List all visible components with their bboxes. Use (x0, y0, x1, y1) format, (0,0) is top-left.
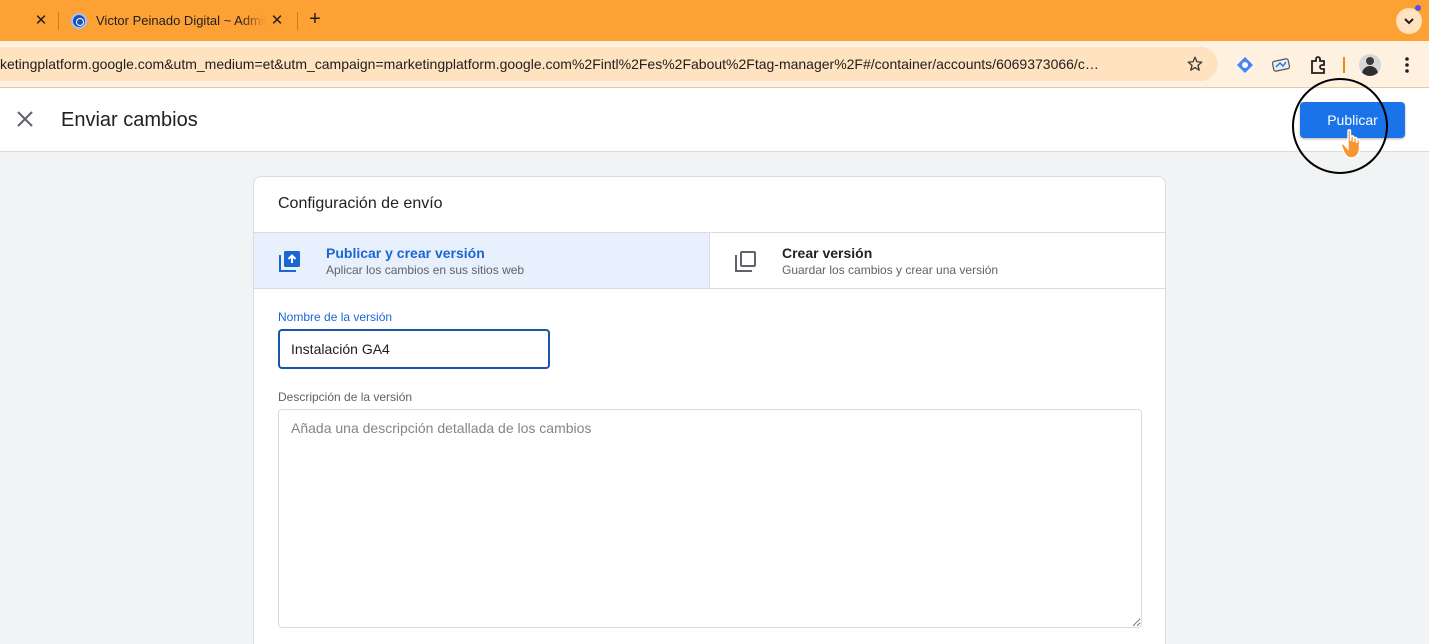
star-icon[interactable] (1186, 55, 1204, 73)
extension-icon[interactable] (1271, 55, 1291, 75)
submission-settings-card: Configuración de envío Publicar y crear … (253, 176, 1166, 644)
notification-dot (1415, 5, 1421, 11)
browser-tab-bar: ✕ Victor Peinado Digital ~ Admin ✕ + (0, 0, 1429, 41)
publish-button[interactable]: Publicar (1300, 102, 1405, 138)
tab-separator (58, 12, 59, 30)
copy-version-icon (735, 251, 756, 272)
card-title: Configuración de envío (278, 195, 443, 212)
browser-toolbar: ketingplatform.google.com&utm_medium=et&… (0, 41, 1429, 88)
tab-title: Victor Peinado Digital ~ Admin (96, 13, 266, 28)
profile-avatar[interactable] (1359, 54, 1381, 76)
option-title: Crear versión (782, 245, 873, 261)
version-name-input[interactable] (278, 329, 550, 369)
close-icon[interactable] (14, 108, 36, 130)
tab-close-icon[interactable]: ✕ (269, 12, 285, 28)
version-description-textarea[interactable] (278, 409, 1142, 628)
toolbar-divider (1343, 57, 1345, 73)
browser-tab[interactable]: Victor Peinado Digital ~ Admin ✕ (61, 4, 297, 38)
version-name-label: Nombre de la versión (278, 310, 393, 324)
option-publish-and-create-version[interactable]: Publicar y crear versión Aplicar los cam… (254, 232, 710, 289)
option-subtitle: Guardar los cambios y crear una versión (782, 263, 999, 277)
option-subtitle: Aplicar los cambios en sus sitios web (326, 263, 525, 277)
previous-tab-close-icon[interactable]: ✕ (33, 12, 49, 28)
kebab-menu-icon[interactable] (1398, 55, 1416, 75)
tab-search-button[interactable] (1396, 8, 1422, 34)
chevron-down-icon (1404, 18, 1414, 25)
new-tab-icon[interactable]: + (305, 8, 325, 30)
extensions-puzzle-icon[interactable] (1308, 55, 1328, 75)
tab-separator (297, 12, 298, 30)
site-favicon-icon (71, 13, 87, 29)
address-bar[interactable]: ketingplatform.google.com&utm_medium=et&… (0, 47, 1218, 81)
tag-assistant-extension-icon[interactable] (1235, 55, 1255, 75)
publish-version-icon (279, 251, 300, 272)
page-title: Enviar cambios (61, 109, 198, 131)
app-header: Enviar cambios Publicar (0, 88, 1429, 152)
option-create-version[interactable]: Crear versión Guardar los cambios y crea… (710, 232, 1166, 289)
option-title: Publicar y crear versión (326, 245, 485, 261)
url-text[interactable]: ketingplatform.google.com&utm_medium=et&… (0, 56, 1175, 72)
version-description-label: Descripción de la versión (278, 390, 413, 404)
